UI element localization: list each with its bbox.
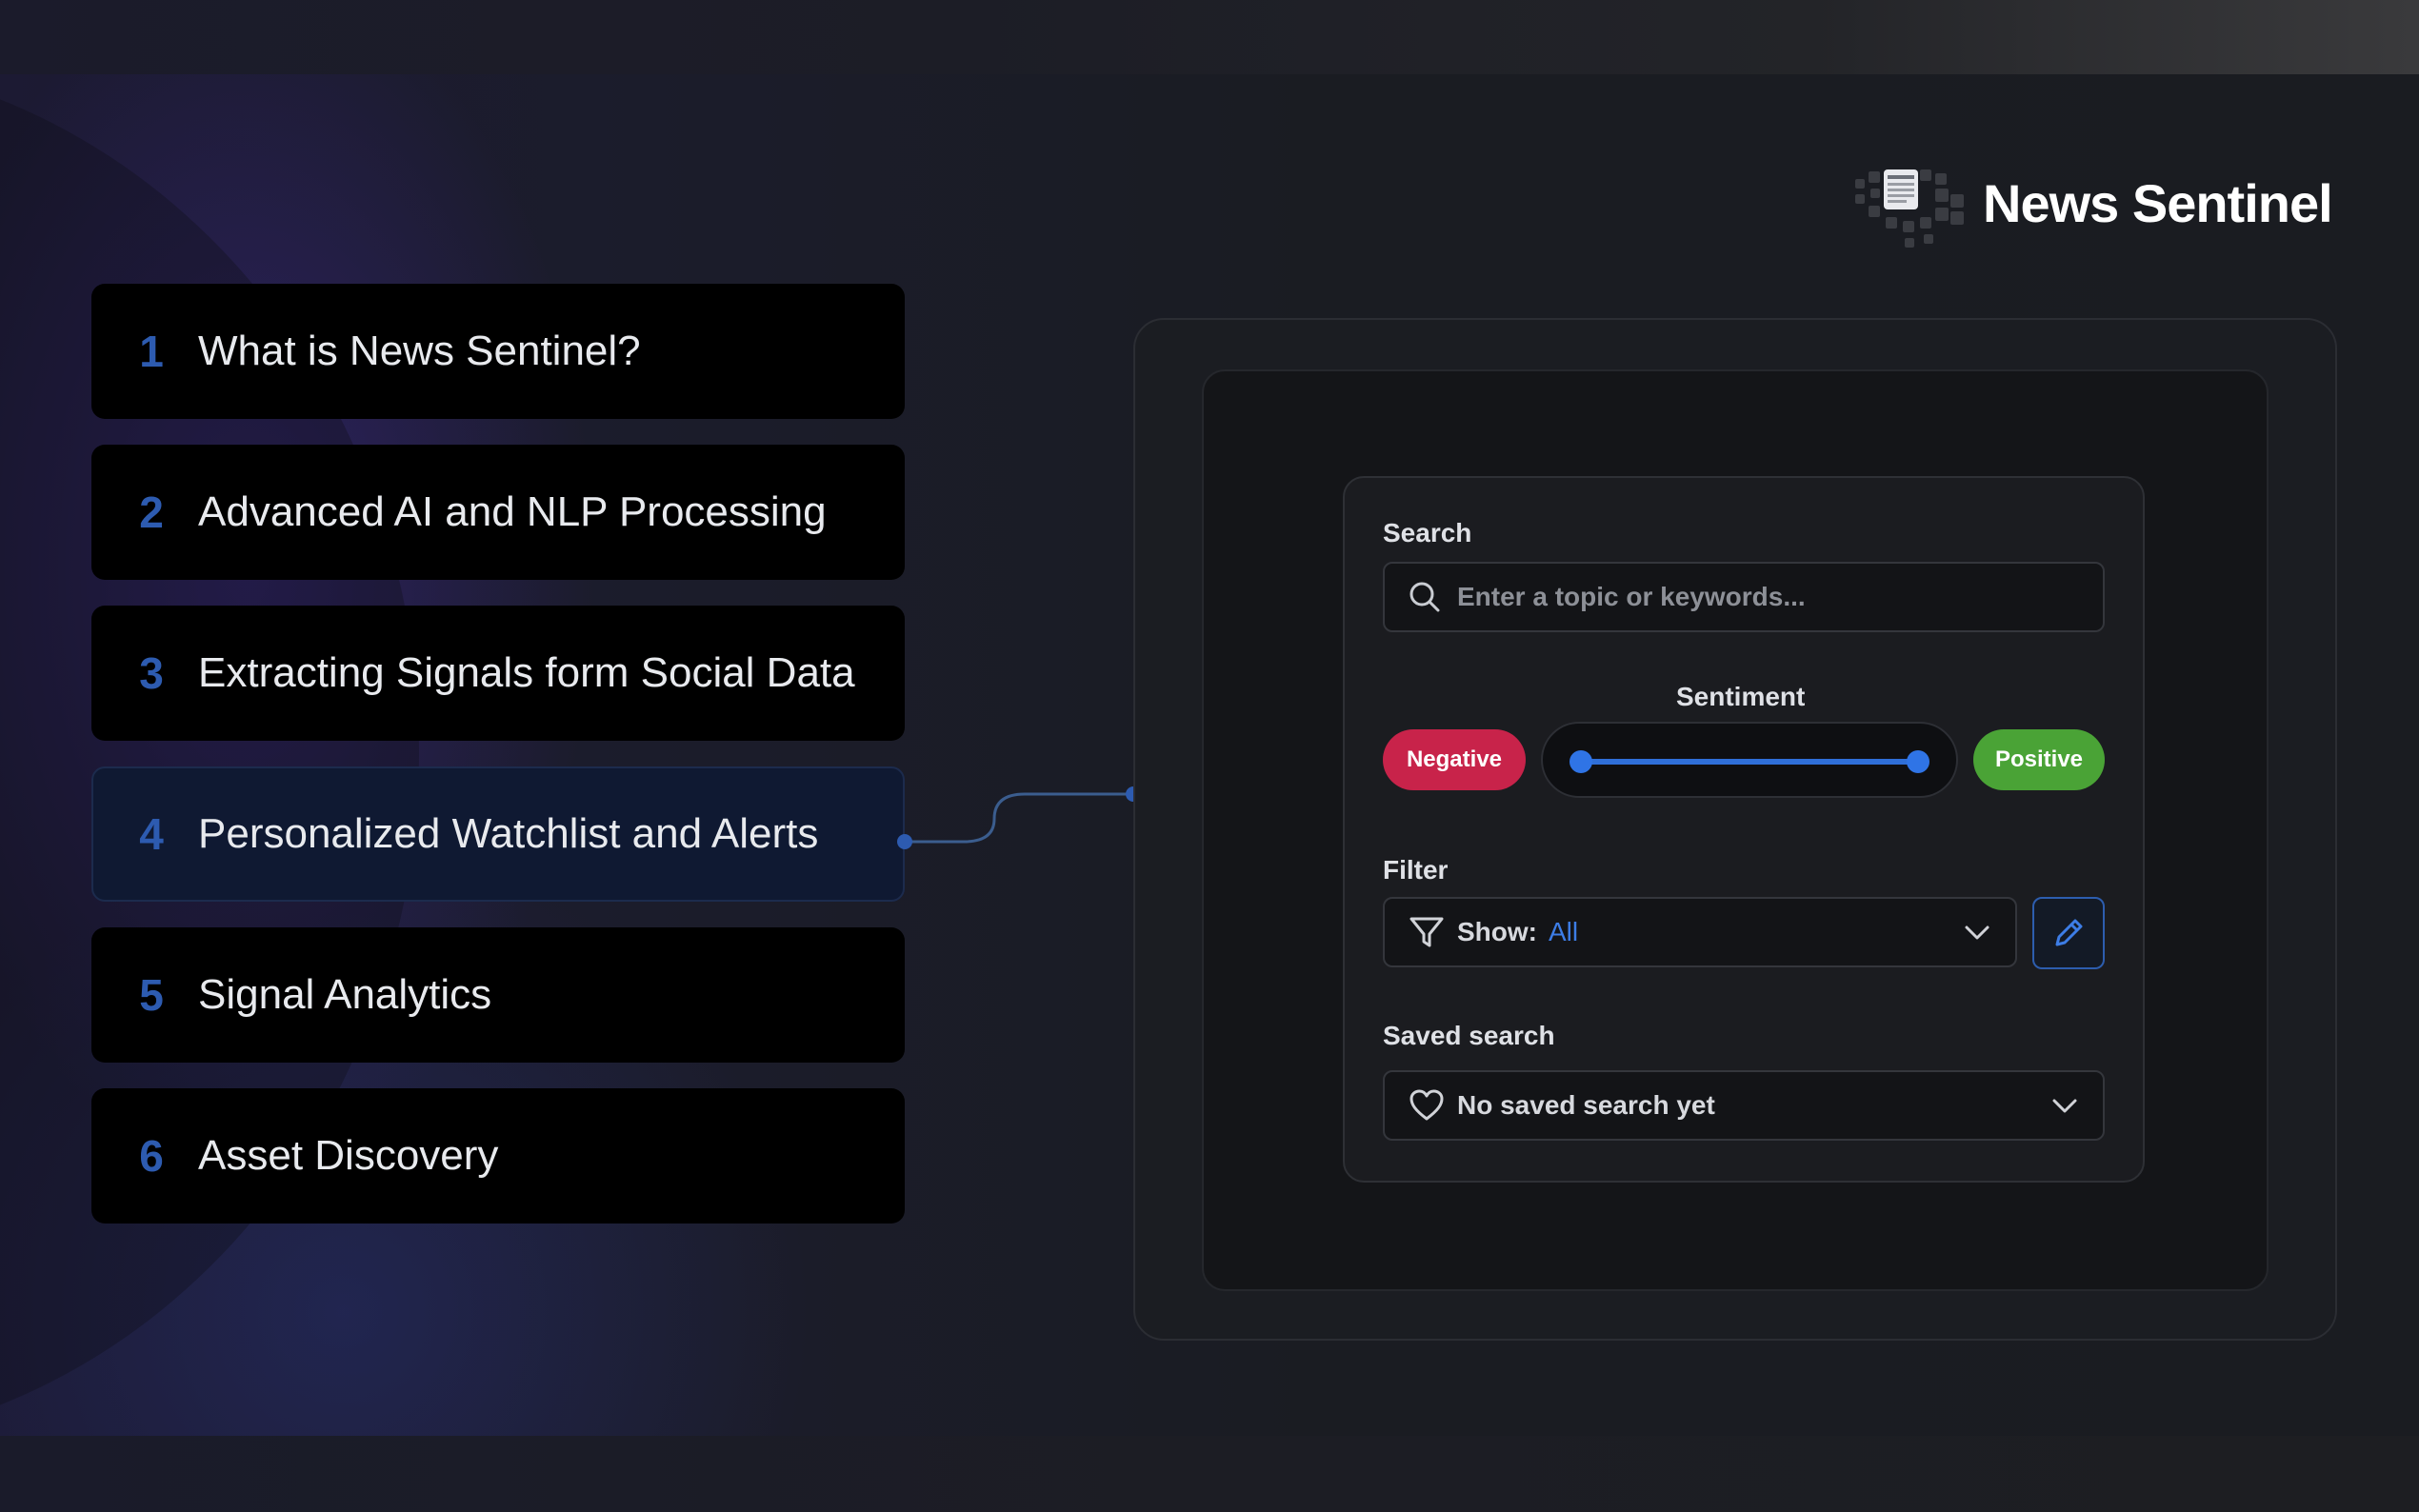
- saved-search-value: No saved search yet: [1457, 1090, 1715, 1120]
- search-icon: [1406, 578, 1444, 616]
- filter-select[interactable]: Show: All: [1383, 897, 2017, 967]
- news-sentinel-logo: [1848, 150, 1971, 255]
- sentiment-min-handle[interactable]: [1569, 750, 1592, 773]
- nav-item-label: Asset Discovery: [198, 1132, 499, 1179]
- nav-item-asset-discovery[interactable]: 6 Asset Discovery: [91, 1088, 905, 1224]
- nav-item-label: What is News Sentinel?: [198, 328, 641, 374]
- nav-item-advanced-ai[interactable]: 2 Advanced AI and NLP Processing: [91, 445, 905, 580]
- negative-pill[interactable]: Negative: [1383, 729, 1526, 790]
- chapter-nav: 1 What is News Sentinel? 2 Advanced AI a…: [91, 284, 905, 1249]
- top-band: [0, 0, 2419, 74]
- filter-label: Filter: [1383, 855, 1449, 885]
- pencil-icon: [2049, 914, 2088, 952]
- sentiment-max-handle[interactable]: [1907, 750, 1929, 773]
- search-placeholder: Enter a topic or keywords...: [1457, 582, 1806, 611]
- saved-search-select[interactable]: No saved search yet: [1383, 1070, 2105, 1141]
- connector-line: [897, 786, 1141, 849]
- brand: News Sentinel: [1848, 150, 2333, 255]
- sentiment-slider[interactable]: [1541, 722, 1958, 798]
- sentiment-range-fill: [1581, 759, 1920, 765]
- nav-item-number: 2: [139, 487, 164, 537]
- sentiment-label: Sentiment: [1676, 682, 1806, 711]
- nav-item-number: 3: [139, 648, 164, 698]
- search-label: Search: [1383, 518, 1472, 547]
- funnel-icon: [1408, 913, 1446, 951]
- nav-item-number: 5: [139, 970, 164, 1020]
- nav-item-number: 4: [139, 809, 164, 859]
- nav-item-signal-analytics[interactable]: 5 Signal Analytics: [91, 927, 905, 1063]
- nav-item-label: Personalized Watchlist and Alerts: [198, 810, 819, 857]
- chevron-down-icon: [1958, 913, 1996, 951]
- nav-item-extracting-signals[interactable]: 3 Extracting Signals form Social Data: [91, 606, 905, 741]
- search-input[interactable]: Enter a topic or keywords...: [1383, 562, 2105, 632]
- nav-item-personalized-watchlist[interactable]: 4 Personalized Watchlist and Alerts: [91, 766, 905, 902]
- nav-item-label: Extracting Signals form Social Data: [198, 649, 855, 696]
- heart-icon: [1408, 1086, 1446, 1124]
- filter-show-value: All: [1549, 917, 1579, 946]
- nav-item-number: 1: [139, 327, 164, 376]
- nav-item-what-is-news-sentinel[interactable]: 1 What is News Sentinel?: [91, 284, 905, 419]
- nav-item-label: Signal Analytics: [198, 971, 492, 1018]
- saved-search-label: Saved search: [1383, 1021, 1555, 1050]
- nav-item-number: 6: [139, 1131, 164, 1181]
- edit-filter-button[interactable]: [2032, 897, 2105, 969]
- filter-show-label: Show:: [1457, 917, 1537, 946]
- slide: News Sentinel 1 What is News Sentinel? 2…: [0, 0, 2419, 1512]
- chevron-down-icon: [2046, 1086, 2084, 1124]
- bottom-band: [0, 1436, 2419, 1512]
- nav-item-label: Advanced AI and NLP Processing: [198, 488, 827, 535]
- positive-pill[interactable]: Positive: [1973, 729, 2105, 790]
- brand-name: News Sentinel: [1983, 172, 2333, 233]
